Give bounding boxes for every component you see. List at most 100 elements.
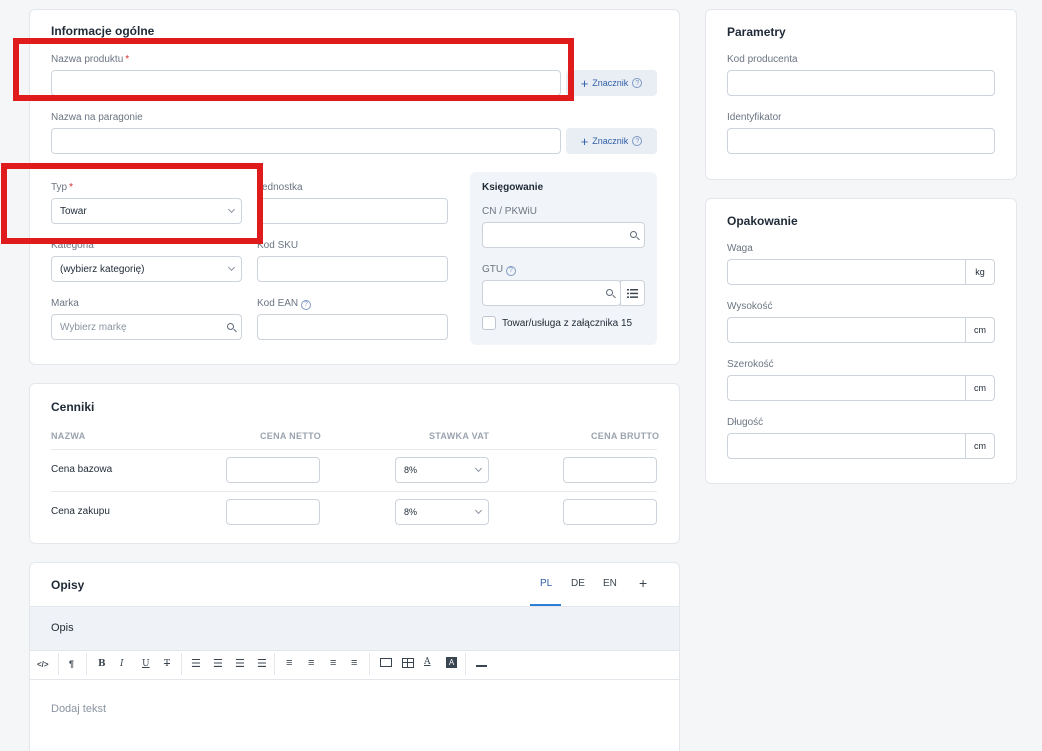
height-unit: cm [965, 318, 994, 342]
col-net-header: CENA NETTO [260, 431, 322, 441]
divider [369, 653, 370, 675]
ean-label: Kod EAN ? [257, 298, 311, 310]
plus-icon: + [580, 133, 589, 149]
description-editor[interactable] [30, 681, 679, 751]
accounting-title: Księgowanie [482, 182, 544, 193]
col-name-header: NAZWA [51, 431, 86, 441]
highlight-type [1, 163, 263, 244]
category-select[interactable]: (wybierz kategorię) [51, 256, 242, 282]
identifier-input[interactable] [727, 128, 995, 154]
receipt-name-label: Nazwa na paragonie [51, 112, 143, 123]
image-icon[interactable] [380, 658, 392, 667]
producer-code-input[interactable] [727, 70, 995, 96]
help-icon: ? [632, 78, 643, 88]
help-icon: ? [505, 265, 516, 276]
height-input[interactable]: cm [727, 317, 995, 343]
divider [51, 491, 657, 492]
ean-input[interactable] [257, 314, 448, 340]
indent-icon[interactable]: ☰ [257, 657, 267, 670]
search-icon [227, 323, 234, 330]
height-label: Wysokość [727, 301, 773, 312]
add-tab-button[interactable]: + [639, 575, 647, 591]
divider [86, 653, 87, 675]
col-gross-header: CENA BRUTTO [591, 431, 660, 441]
identifier-label: Identyfikator [727, 112, 782, 123]
divider [274, 653, 275, 675]
font-color-icon[interactable]: A [424, 657, 431, 667]
chevron-down-icon [227, 263, 236, 272]
gtu-label: GTU ? [482, 264, 516, 276]
divider [181, 653, 182, 675]
horizontal-rule-icon[interactable] [476, 665, 487, 667]
divider [51, 449, 657, 450]
chevron-down-icon [474, 506, 483, 515]
sku-label: Kod SKU [257, 240, 299, 251]
net-price-input[interactable] [226, 457, 320, 483]
prices-title: Cenniki [51, 400, 95, 414]
help-icon: ? [300, 299, 311, 310]
divider [465, 653, 466, 675]
gtu-search-input[interactable] [482, 280, 621, 306]
attachment15-checkbox[interactable] [482, 316, 496, 330]
width-unit: cm [965, 376, 994, 400]
align-justify-icon[interactable]: ≡ [351, 657, 357, 669]
length-label: Długość [727, 417, 764, 428]
unit-input[interactable] [257, 198, 448, 224]
col-vat-header: STAWKA VAT [429, 431, 490, 441]
list-icon [627, 288, 638, 298]
parameters-title: Parametry [727, 25, 786, 39]
length-input[interactable]: cm [727, 433, 995, 459]
paragraph-icon[interactable]: ¶ [69, 659, 74, 669]
net-price-input[interactable] [226, 499, 320, 525]
highlight-product-name [13, 38, 574, 101]
gtu-list-button[interactable] [620, 280, 645, 306]
price-row-name: Cena bazowa [51, 464, 113, 475]
vat-select[interactable]: 8% [395, 457, 489, 483]
align-left-icon[interactable]: ≡ [286, 657, 292, 669]
search-icon [630, 231, 637, 238]
sku-input[interactable] [257, 256, 448, 282]
attachment15-label: Towar/usługa z załącznika 15 [502, 318, 633, 329]
general-info-title: Informacje ogólne [51, 24, 155, 38]
align-right-icon[interactable]: ≡ [330, 657, 336, 669]
description-section-header [30, 606, 679, 651]
tab-en[interactable]: EN [603, 578, 617, 589]
packaging-title: Opakowanie [727, 214, 798, 228]
help-icon: ? [632, 136, 643, 146]
price-row-name: Cena zakupu [51, 506, 110, 517]
outdent-icon[interactable]: ☰ [235, 657, 245, 670]
bullet-list-icon[interactable]: ☰ [191, 657, 201, 670]
vat-select[interactable]: 8% [395, 499, 489, 525]
width-input[interactable]: cm [727, 375, 995, 401]
italic-icon[interactable]: I [120, 659, 124, 669]
tab-de[interactable]: DE [571, 578, 585, 589]
underline-icon[interactable]: U [142, 659, 150, 669]
align-center-icon[interactable]: ≡ [308, 657, 314, 669]
unit-label: Jednostka [257, 182, 303, 193]
product-name-tag-button[interactable]: + Znacznik? [566, 70, 657, 96]
gross-price-input[interactable] [563, 499, 657, 525]
descriptions-title: Opisy [51, 578, 85, 592]
receipt-name-input[interactable] [51, 128, 561, 154]
width-label: Szerokość [727, 359, 774, 370]
brand-label: Marka [51, 298, 79, 309]
brand-search-input[interactable]: Wybierz markę [51, 314, 242, 340]
table-icon[interactable] [402, 658, 414, 668]
strikethrough-icon[interactable]: T [164, 659, 170, 669]
producer-code-label: Kod producenta [727, 54, 798, 65]
code-view-icon[interactable]: </> [37, 660, 49, 669]
cn-search-input[interactable] [482, 222, 645, 248]
background-color-icon[interactable]: A [446, 657, 457, 668]
receipt-name-tag-button[interactable]: + Znacznik? [566, 128, 657, 154]
divider [58, 653, 59, 675]
editor-placeholder: Dodaj tekst [51, 703, 107, 715]
search-icon [606, 289, 613, 296]
description-section-title: Opis [51, 622, 74, 634]
numbered-list-icon[interactable]: ☰ [213, 657, 223, 670]
plus-icon: + [580, 75, 589, 91]
bold-icon[interactable]: B [98, 659, 106, 669]
gross-price-input[interactable] [563, 457, 657, 483]
cn-label: CN / PKWiU [482, 206, 537, 217]
tab-pl[interactable]: PL [540, 578, 552, 589]
weight-input[interactable]: kg [727, 259, 995, 285]
